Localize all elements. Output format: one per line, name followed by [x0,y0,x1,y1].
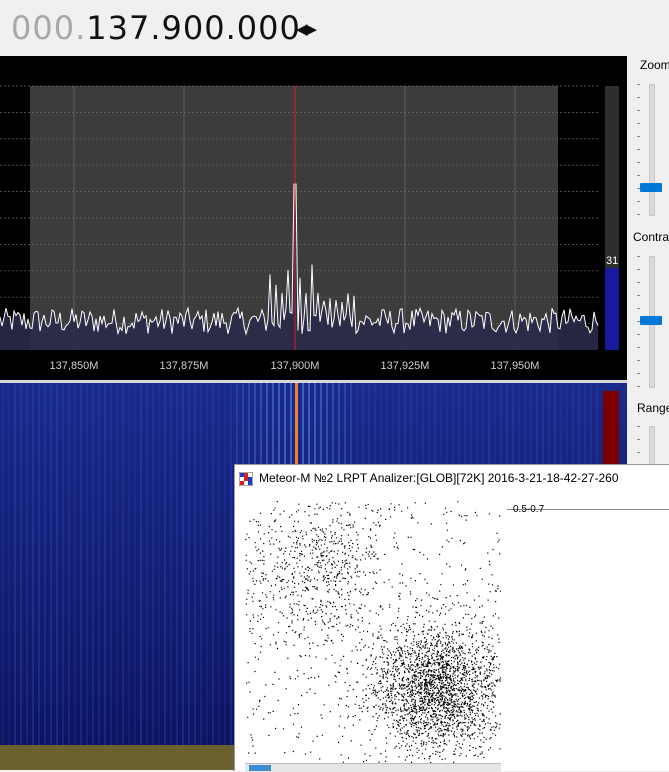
slider-tick [637,334,640,335]
slider-tick [637,201,640,202]
zoom-slider-track[interactable] [649,84,655,216]
slider-tick [637,321,640,322]
level-value: 31 [606,255,618,267]
slider-tick [637,269,640,270]
zoom-label: Zoom [640,58,669,72]
frequency-axis: 137,850M 137,875M 137,900M 137,925M 137,950M [50,360,540,372]
slider-tick [637,452,640,453]
scale-label: 0.5-0.7 [513,504,545,515]
analyzer-right-pane [503,493,669,771]
constellation-scrollbar[interactable] [245,763,501,772]
constellation-dots [245,501,502,764]
frequency-display[interactable]: 000.137.900.000 ◀▶ [0,0,669,56]
slider-tick [637,295,640,296]
frequency-digits[interactable]: 000.137.900.000 [11,9,301,47]
slider-tick [637,149,640,150]
spectrum-panel[interactable]: 137,850M 137,875M 137,900M 137,925M 137,950M… [0,56,627,380]
constellation-plot [245,501,505,771]
slider-tick [637,426,640,427]
slider-tick [637,308,640,309]
arrow-left-icon[interactable]: ◀ [296,21,307,38]
slider-tick [637,373,640,374]
axis-tick-label: 137,950M [491,360,540,372]
slider-tick [637,110,640,111]
slider-tick [637,162,640,163]
slider-tick [637,175,640,176]
zoom-slider-thumb[interactable] [640,183,662,192]
contrast-label: Contrast [633,230,669,244]
analyzer-titlebar[interactable]: Meteor-M №2 LRPT Analizer:[GLOB][72K] 20… [235,465,669,493]
app-icon [239,472,253,486]
level-meter-fill [605,268,619,350]
slider-tick [637,282,640,283]
frequency-main-digits: 137.900.000 [86,9,301,47]
slider-tick [637,256,640,257]
slider-tick [637,360,640,361]
frequency-dim-digits: 000. [11,9,87,47]
axis-tick-label: 137,900M [271,360,320,372]
scrollbar-thumb[interactable] [249,765,271,771]
axis-tick-label: 137,875M [160,360,209,372]
slider-tick [637,97,640,98]
range-label: Range [637,401,669,415]
spectrum-svg: 137,850M 137,875M 137,900M 137,925M 137,950M… [0,85,619,372]
contrast-slider-thumb[interactable] [640,316,662,325]
slider-tick [637,214,640,215]
slider-tick [637,386,640,387]
arrow-right-icon[interactable]: ▶ [306,21,317,38]
slider-tick [637,347,640,348]
frequency-step-arrows[interactable]: ◀▶ [296,20,317,38]
lrpt-analyzer-window[interactable]: Meteor-M №2 LRPT Analizer:[GLOB][72K] 20… [234,464,669,772]
axis-tick-label: 137,850M [50,360,99,372]
slider-tick [637,84,640,85]
analyzer-title: Meteor-M №2 LRPT Analizer:[GLOB][72K] 20… [259,471,619,485]
slider-tick [637,188,640,189]
slider-tick [637,136,640,137]
slider-tick [637,123,640,124]
axis-tick-label: 137,925M [381,360,430,372]
slider-tick [637,439,640,440]
